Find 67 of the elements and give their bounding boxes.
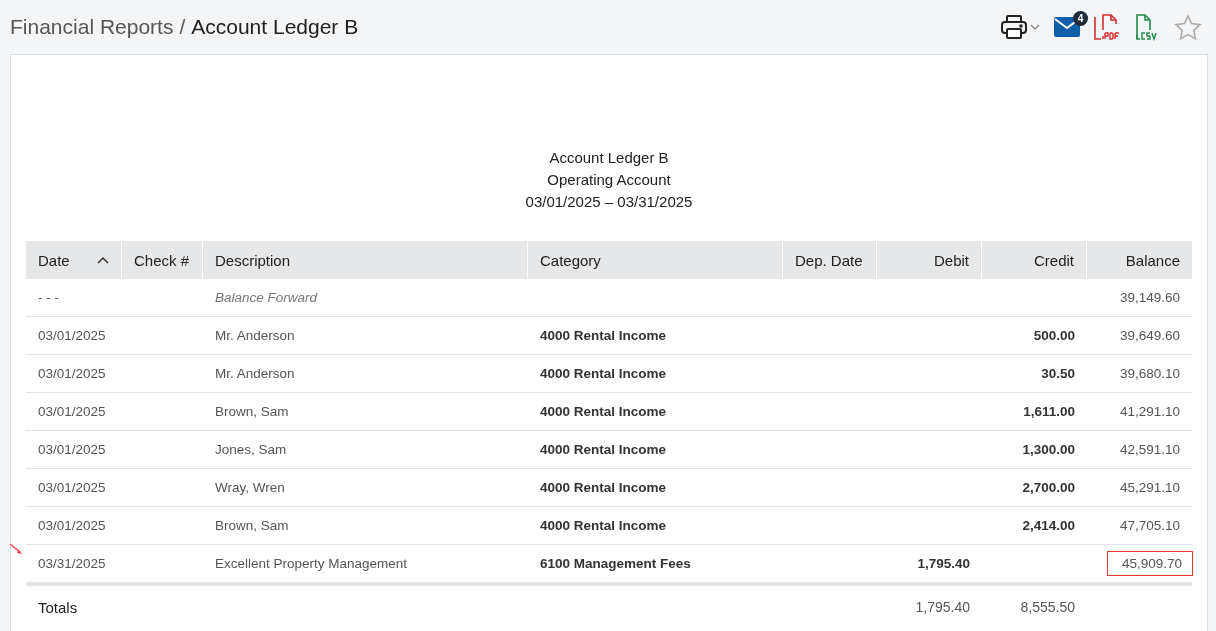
date-cell: 03/01/2025 [38,328,106,343]
date-cell: 03/01/2025 [38,404,106,419]
column-header[interactable]: Category [528,241,783,279]
description-cell: Brown, Sam [215,404,289,419]
breadcrumb-separator: / [179,15,186,39]
date-cell: - - - [38,290,59,305]
credit-cell: 1,611.00 [1023,404,1075,419]
date-cell: 03/01/2025 [38,366,106,381]
highlighted-balance: 45,909.70 [1107,551,1193,576]
date-cell: 03/01/2025 [38,480,106,495]
description-cell: Balance Forward [215,290,318,305]
credit-total: 8,555.50 [1020,599,1075,615]
debit-cell: 1,795.40 [917,556,970,571]
column-header[interactable]: Credit [982,241,1087,279]
credit-cell: 500.00 [1033,328,1075,343]
csv-file-icon [1134,13,1160,41]
balance-cell: 42,591.10 [1119,442,1180,457]
category-cell: 4000 Rental Income [540,442,667,457]
page-title: Account Ledger B [191,15,359,39]
totals-label: Totals [38,598,78,616]
credit-cell: 2,700.00 [1022,480,1075,495]
description-cell: Mr. Anderson [215,328,295,343]
notification-badge: 4 [1073,11,1088,26]
pdf-export-button[interactable] [1094,13,1120,41]
balance-cell: 41,291.10 [1119,404,1180,419]
column-header[interactable]: Date [26,241,122,279]
balance-cell: 39,149.60 [1119,290,1180,305]
category-cell: 4000 Rental Income [540,366,667,381]
balance-cell: 39,649.60 [1119,328,1180,343]
credit-cell: 30.50 [1041,366,1075,381]
description-cell: Brown, Sam [215,518,289,533]
print-button[interactable] [1000,14,1040,40]
description-cell: Excellent Property Management [215,556,408,571]
category-cell: 4000 Rental Income [540,328,667,343]
favorite-star-button[interactable] [1174,13,1202,41]
credit-cell: 1,300.00 [1022,442,1075,457]
description-cell: Wray, Wren [215,480,285,495]
column-header[interactable]: Description [203,241,528,279]
category-cell: 6100 Management Fees [540,556,691,571]
balance-cell: 45,291.10 [1119,480,1180,495]
column-header[interactable]: Balance [1087,241,1192,279]
report-subtitle: Operating Account [547,170,671,190]
category-cell: 4000 Rental Income [540,480,667,495]
description-cell: Jones, Sam [215,442,287,457]
column-header[interactable]: Dep. Date [783,241,877,279]
chevron-down-icon [1030,24,1040,30]
column-header[interactable]: Check # [122,241,203,279]
report-title: Account Ledger B [549,148,669,168]
category-cell: 4000 Rental Income [540,518,667,533]
credit-cell: 2,414.00 [1022,518,1075,533]
balance-cell: 39,680.10 [1119,366,1180,381]
printer-icon [1000,14,1028,40]
date-cell: 03/31/2025 [38,556,106,571]
date-cell: 03/01/2025 [38,518,106,533]
date-cell: 03/01/2025 [38,442,106,457]
breadcrumb-link[interactable]: Financial Reports [10,15,174,39]
csv-export-button[interactable] [1134,13,1160,41]
column-header[interactable]: Debit [877,241,982,279]
debit-total: 1,795.40 [915,599,970,615]
category-cell: 4000 Rental Income [540,404,667,419]
mail-button[interactable]: 4 [1054,11,1088,37]
balance-cell: 47,705.10 [1119,518,1180,533]
report-period: 03/01/2025 – 03/31/2025 [525,192,693,212]
envelope-icon [1054,17,1080,37]
star-icon [1174,13,1202,41]
description-cell: Mr. Anderson [215,366,295,381]
pdf-file-icon [1094,13,1120,41]
